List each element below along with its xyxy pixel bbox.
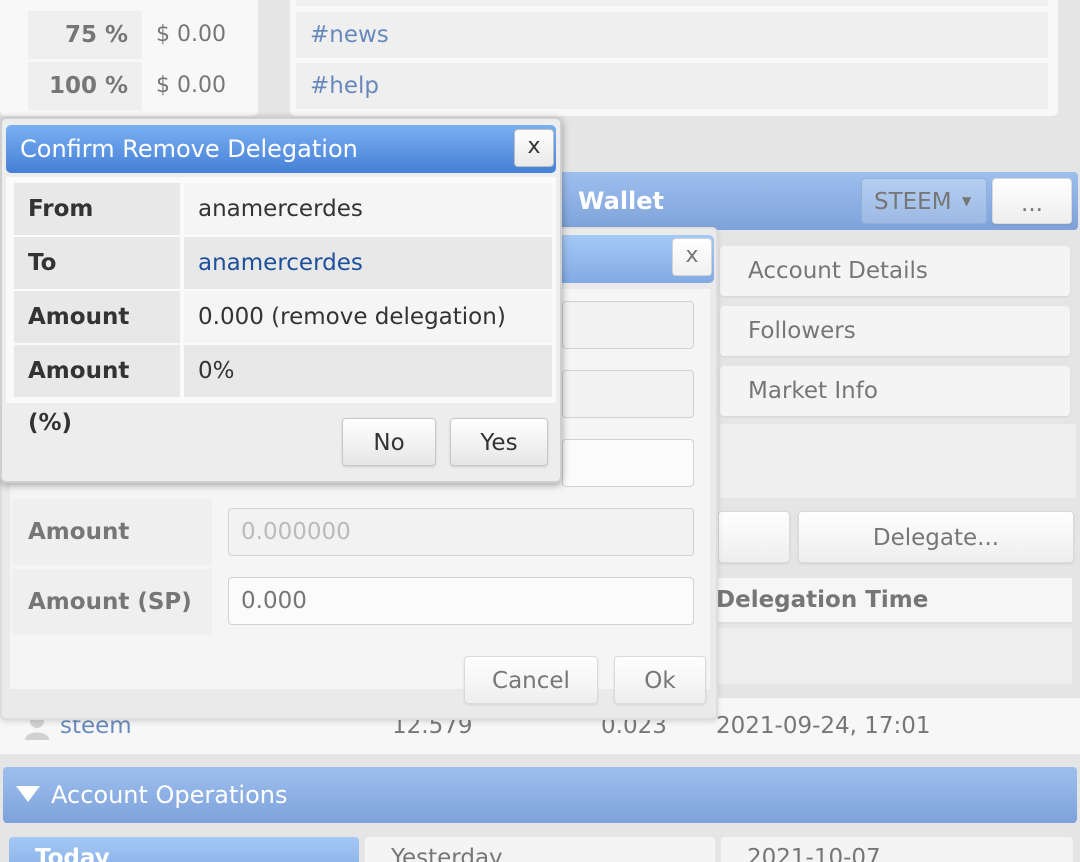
yes-button[interactable]: Yes [450,418,548,466]
row-value-to-link[interactable]: anamercerdes [184,237,552,289]
confirm-dialog-title: Confirm Remove Delegation [6,125,556,173]
row-label-amount-percent: Amount (%) [14,345,180,436]
no-button[interactable]: No [342,418,436,466]
row-label-amount-sp: Amount (SP) [14,291,180,382]
row-label-to: To [14,237,180,289]
row-value-amount-sp: 0.000 (remove delegation) [184,291,552,343]
close-icon[interactable]: x [514,129,554,167]
row-value-amount-percent: 0% [184,345,552,397]
row-value-from: anamercerdes [184,183,552,235]
row-label-from: From [14,183,180,235]
confirm-dialog: Confirm Remove Delegation x From anamerc… [0,117,562,483]
